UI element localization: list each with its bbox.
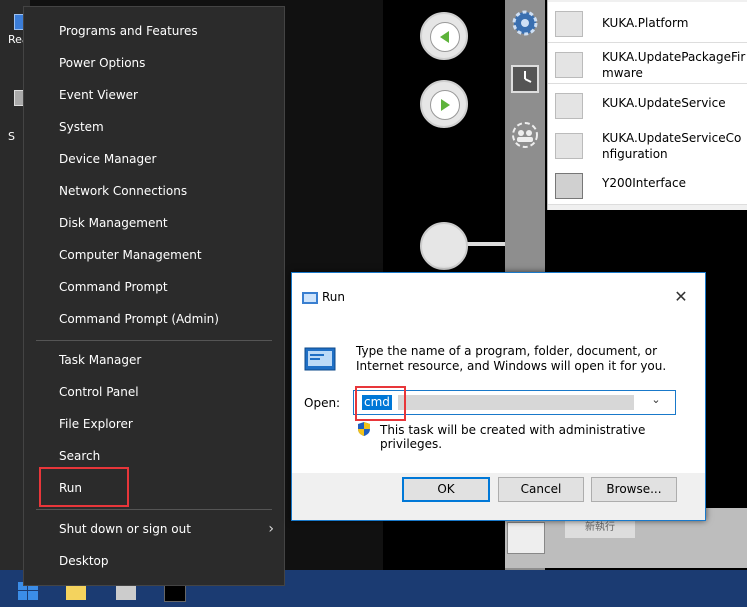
run-dialog: Run ✕ Type the name of a program, folder… (291, 272, 706, 521)
menu-item-label: Disk Management (59, 216, 168, 230)
slider-track (462, 242, 507, 246)
menu-item-label: Shut down or sign out (59, 522, 191, 536)
list-item[interactable]: Y200Interface (548, 164, 747, 205)
desktop-shortcut-label: S (8, 130, 15, 143)
menu-item-network-connections[interactable]: Network Connections (24, 176, 284, 206)
menu-item-label: Programs and Features (59, 24, 198, 38)
run-app-icon (304, 347, 336, 371)
input-selection-fill (398, 395, 634, 410)
back-button[interactable] (420, 12, 468, 60)
users-icon[interactable] (508, 118, 542, 152)
forward-button[interactable] (420, 80, 468, 128)
package-name: KUKA.UpdatePackageFirmware (602, 50, 746, 80)
checkbox[interactable] (555, 11, 583, 37)
menu-divider (36, 340, 272, 341)
checkbox[interactable] (555, 93, 583, 119)
menu-item-label: File Explorer (59, 417, 133, 431)
menu-item-file-explorer[interactable]: File Explorer (24, 409, 284, 439)
gear-icon[interactable] (508, 6, 542, 40)
menu-item-label: Power Options (59, 56, 146, 70)
menu-item-label: Computer Management (59, 248, 202, 262)
browse-button[interactable]: Browse... (591, 477, 677, 502)
checkbox[interactable] (555, 133, 583, 159)
menu-item-label: Control Panel (59, 385, 139, 399)
package-name: Y200Interface (602, 176, 686, 190)
open-label: Open: (304, 396, 341, 410)
cmd-highlight-box (355, 386, 406, 421)
ok-button[interactable]: OK (402, 477, 490, 502)
kuka-bottom-label: 新執行 (565, 518, 635, 538)
menu-item-control-panel[interactable]: Control Panel (24, 377, 284, 407)
list-item[interactable]: KUKA.UpdatePackageFirmware (548, 43, 747, 84)
menu-item-label: Desktop (59, 554, 109, 568)
menu-item-event-viewer[interactable]: Event Viewer (24, 80, 284, 110)
menu-item-programs-and-features[interactable]: Programs and Features (24, 16, 284, 46)
right-arrow-icon (430, 90, 460, 120)
package-name: KUKA.UpdateService (602, 96, 726, 110)
chevron-right-icon: › (268, 521, 274, 537)
list-item[interactable]: KUKA.UpdateService (548, 84, 747, 125)
close-button[interactable]: ✕ (671, 287, 691, 307)
menu-item-label: Network Connections (59, 184, 188, 198)
cancel-button[interactable]: Cancel (498, 477, 584, 502)
menu-item-command-prompt-admin[interactable]: Command Prompt (Admin) (24, 304, 284, 334)
checkbox[interactable] (555, 173, 583, 199)
menu-item-label: Command Prompt (Admin) (59, 312, 219, 326)
list-item[interactable]: KUKA.Platform (548, 2, 747, 43)
package-name: KUKA.Platform (602, 16, 689, 30)
menu-item-desktop[interactable]: Desktop (24, 546, 284, 576)
checkbox[interactable] (555, 52, 583, 78)
menu-item-system[interactable]: System (24, 112, 284, 142)
package-name: KUKA.UpdateServiceConfiguration (602, 131, 742, 161)
menu-item-label: Device Manager (59, 152, 157, 166)
clock-icon[interactable] (508, 62, 542, 96)
dialog-body: Type the name of a program, folder, docu… (292, 323, 705, 473)
menu-item-label: System (59, 120, 104, 134)
run-highlight-box (39, 467, 129, 507)
menu-item-label: Command Prompt (59, 280, 168, 294)
menu-item-shut-down[interactable]: Shut down or sign out › (24, 514, 284, 544)
slider-handle[interactable] (420, 222, 468, 270)
menu-item-disk-management[interactable]: Disk Management (24, 208, 284, 238)
menu-item-label: Task Manager (59, 353, 142, 367)
dialog-title-bar[interactable]: Run ✕ (292, 273, 705, 323)
kuka-package-list: KUKA.Platform KUKA.UpdatePackageFirmware… (547, 0, 747, 210)
menu-item-power-options[interactable]: Power Options (24, 48, 284, 78)
left-arrow-icon (430, 22, 460, 52)
keyboard-button[interactable] (507, 522, 545, 554)
chevron-down-icon[interactable]: ⌄ (649, 393, 663, 411)
list-item[interactable]: KUKA.UpdateServiceConfiguration (548, 124, 747, 165)
menu-item-computer-management[interactable]: Computer Management (24, 240, 284, 270)
run-icon (302, 291, 318, 305)
admin-privileges-note: This task will be created with administr… (380, 423, 646, 451)
menu-item-label: Event Viewer (59, 88, 138, 102)
menu-item-task-manager[interactable]: Task Manager (24, 345, 284, 375)
menu-item-command-prompt[interactable]: Command Prompt (24, 272, 284, 302)
uac-shield-icon (356, 421, 372, 437)
menu-divider (36, 509, 272, 510)
dialog-title: Run (322, 290, 346, 304)
dialog-description: Type the name of a program, folder, docu… (356, 344, 667, 373)
menu-item-device-manager[interactable]: Device Manager (24, 144, 284, 174)
